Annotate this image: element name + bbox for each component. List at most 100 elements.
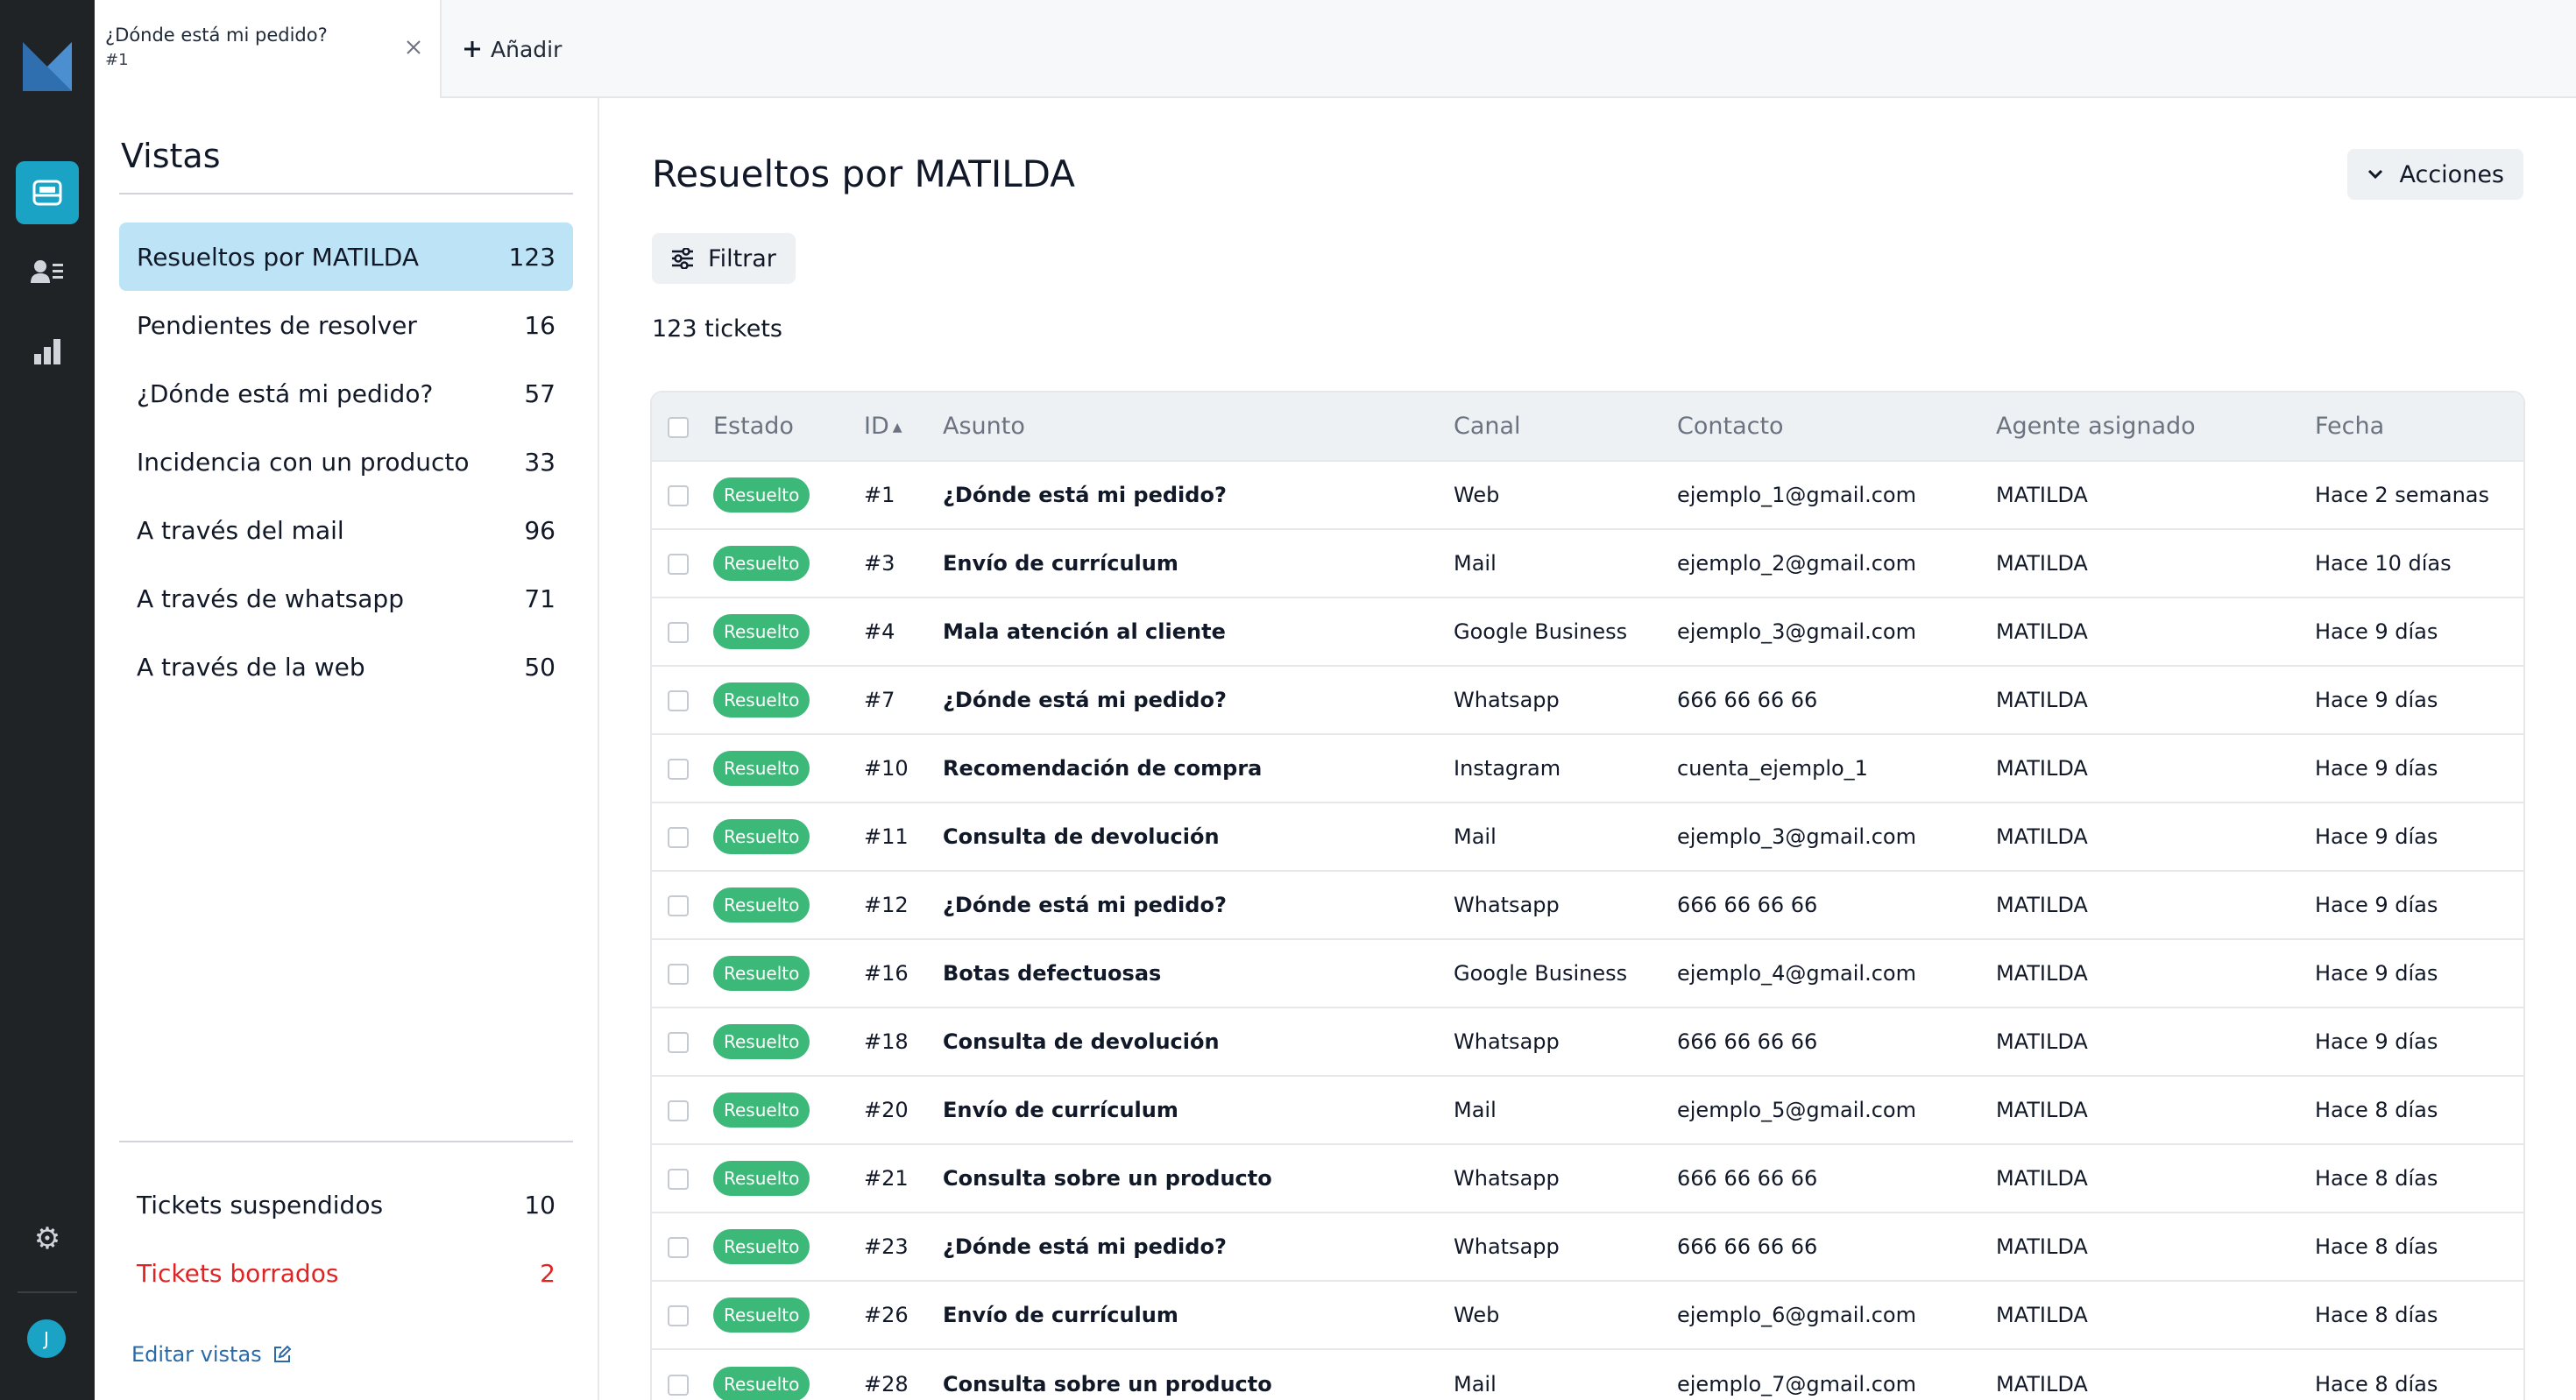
table-row[interactable]: Resuelto #7 ¿Dónde está mi pedido? Whatsapp…: [652, 666, 2523, 734]
ticket-date: Hace 9 días: [2315, 688, 2438, 712]
table-row[interactable]: Resuelto #1 ¿Dónde está mi pedido? Web ejemp…: [652, 461, 2523, 529]
row-checkbox[interactable]: [668, 554, 689, 575]
status-badge: Resuelto: [713, 614, 810, 649]
ticket-agent: MATILDA: [1996, 1303, 2088, 1327]
column-header-estado[interactable]: Estado: [713, 392, 864, 461]
table-row[interactable]: Resuelto #21 Consulta sobre un producto Wha…: [652, 1144, 2523, 1213]
cell-status: Resuelto: [713, 803, 864, 871]
ticket-count: 123 tickets: [652, 315, 782, 343]
column-header-agente[interactable]: Agente asignado: [1996, 392, 2315, 461]
status-badge: Resuelto: [713, 1229, 810, 1264]
view-label: ¿Dónde está mi pedido?: [137, 378, 434, 408]
row-checkbox[interactable]: [668, 964, 689, 985]
ticket-agent: MATILDA: [1996, 688, 2088, 712]
views-divider-bottom: [119, 1141, 573, 1142]
row-checkbox[interactable]: [668, 1100, 689, 1121]
view-item[interactable]: A través de la web 50: [119, 633, 573, 701]
cell-status: Resuelto: [713, 871, 864, 939]
page-title: Resueltos por MATILDA: [652, 152, 1075, 195]
view-label: Tickets borrados: [137, 1258, 339, 1288]
table-row[interactable]: Resuelto #20 Envío de currículum Mail ejempl…: [652, 1076, 2523, 1144]
settings-button[interactable]: ⚙: [16, 1207, 79, 1270]
view-item[interactable]: Pendientes de resolver 16: [119, 291, 573, 359]
column-header-asunto[interactable]: Asunto: [943, 392, 1454, 461]
ticket-contact: 666 66 66 66: [1677, 893, 1818, 917]
view-label: A través del mail: [137, 515, 344, 545]
edit-views-link[interactable]: Editar vistas: [131, 1342, 292, 1367]
close-icon[interactable]: [401, 35, 426, 60]
row-checkbox[interactable]: [668, 759, 689, 780]
cell-status: Resuelto: [713, 529, 864, 597]
brand-logo[interactable]: [23, 42, 72, 91]
cell-status: Resuelto: [713, 1076, 864, 1144]
table-row[interactable]: Resuelto #26 Envío de currículum Web ejemplo…: [652, 1281, 2523, 1349]
table-row[interactable]: Resuelto #4 Mala atención al cliente Google…: [652, 597, 2523, 666]
ticket-channel: Google Business: [1454, 961, 1628, 986]
row-checkbox[interactable]: [668, 690, 689, 711]
view-item-deleted[interactable]: Tickets borrados 2: [119, 1239, 573, 1307]
table-row[interactable]: Resuelto #12 ¿Dónde está mi pedido? Whatsap…: [652, 871, 2523, 939]
table-row[interactable]: Resuelto #23 ¿Dónde está mi pedido? Whatsap…: [652, 1213, 2523, 1281]
views-divider: [119, 193, 573, 194]
inbox-icon: [32, 180, 62, 206]
view-item[interactable]: A través de whatsapp 71: [119, 564, 573, 633]
row-checkbox[interactable]: [668, 827, 689, 848]
ticket-subject: ¿Dónde está mi pedido?: [943, 688, 1227, 712]
sliders-icon: [672, 248, 693, 269]
actions-button[interactable]: Acciones: [2346, 149, 2523, 200]
ticket-date: Hace 2 semanas: [2315, 483, 2490, 507]
view-item[interactable]: A través del mail 96: [119, 496, 573, 564]
filter-button[interactable]: Filtrar: [652, 233, 796, 284]
view-item[interactable]: ¿Dónde está mi pedido? 57: [119, 359, 573, 428]
ticket-subject: Consulta de devolución: [943, 824, 1220, 849]
row-checkbox[interactable]: [668, 1169, 689, 1190]
add-tab-label: Añadir: [491, 36, 563, 62]
tab-ticket-id: #1: [105, 51, 129, 69]
column-header-id[interactable]: ID ▲: [864, 392, 943, 461]
ticket-subject: Consulta de devolución: [943, 1029, 1220, 1054]
ticket-contact: 666 66 66 66: [1677, 1234, 1818, 1259]
view-list: Resueltos por MATILDA 123 Pendientes de …: [119, 223, 573, 701]
ticket-channel: Whatsapp: [1454, 1166, 1560, 1191]
table-row[interactable]: Resuelto #28 Consulta sobre un producto Mai…: [652, 1349, 2523, 1400]
column-header-contacto[interactable]: Contacto: [1677, 392, 1996, 461]
ticket-subject: Envío de currículum: [943, 1303, 1178, 1327]
view-item[interactable]: Incidencia con un producto 33: [119, 428, 573, 496]
row-checkbox[interactable]: [668, 1032, 689, 1053]
row-checkbox[interactable]: [668, 485, 689, 506]
status-badge: Resuelto: [713, 1366, 810, 1400]
column-header-canal[interactable]: Canal: [1454, 392, 1677, 461]
view-item-suspended[interactable]: Tickets suspendidos 10: [119, 1170, 573, 1239]
ticket-id: #23: [864, 1234, 909, 1259]
ticket-id: #1: [864, 483, 895, 507]
avatar[interactable]: J: [27, 1319, 66, 1358]
top-bar: ¿Dónde está mi pedido? #1 Añadir: [95, 0, 2576, 98]
row-checkbox[interactable]: [668, 1374, 689, 1396]
ticket-agent: MATILDA: [1996, 893, 2088, 917]
ticket-date: Hace 8 días: [2315, 1098, 2438, 1122]
nav-contacts[interactable]: [16, 240, 79, 303]
ticket-subject: ¿Dónde está mi pedido?: [943, 1234, 1227, 1259]
row-checkbox[interactable]: [668, 895, 689, 916]
ticket-agent: MATILDA: [1996, 1029, 2088, 1054]
nav-inbox[interactable]: [16, 161, 79, 224]
column-header-fecha[interactable]: Fecha: [2315, 392, 2523, 461]
view-item[interactable]: Resueltos por MATILDA 123: [119, 223, 573, 291]
ticket-id: #16: [864, 961, 909, 986]
view-label: Tickets suspendidos: [137, 1190, 384, 1220]
select-all-checkbox[interactable]: [668, 416, 689, 438]
add-tab-button[interactable]: Añadir: [463, 30, 562, 68]
table-row[interactable]: Resuelto #16 Botas defectuosas Google Busin…: [652, 939, 2523, 1008]
row-checkbox[interactable]: [668, 622, 689, 643]
nav-analytics[interactable]: [16, 319, 79, 382]
row-checkbox[interactable]: [668, 1237, 689, 1258]
table-row[interactable]: Resuelto #10 Recomendación de compra Instag…: [652, 734, 2523, 803]
ticket-agent: MATILDA: [1996, 1166, 2088, 1191]
ticket-subject: ¿Dónde está mi pedido?: [943, 893, 1227, 917]
table-row[interactable]: Resuelto #11 Consulta de devolución Mail eje…: [652, 803, 2523, 871]
table-row[interactable]: Resuelto #18 Consulta de devolución Whatsap…: [652, 1008, 2523, 1076]
ticket-tab[interactable]: ¿Dónde está mi pedido? #1: [95, 0, 442, 98]
row-checkbox[interactable]: [668, 1305, 689, 1326]
table-row[interactable]: Resuelto #3 Envío de currículum Mail ejemplo…: [652, 529, 2523, 597]
tab-title: ¿Dónde está mi pedido?: [105, 25, 328, 46]
